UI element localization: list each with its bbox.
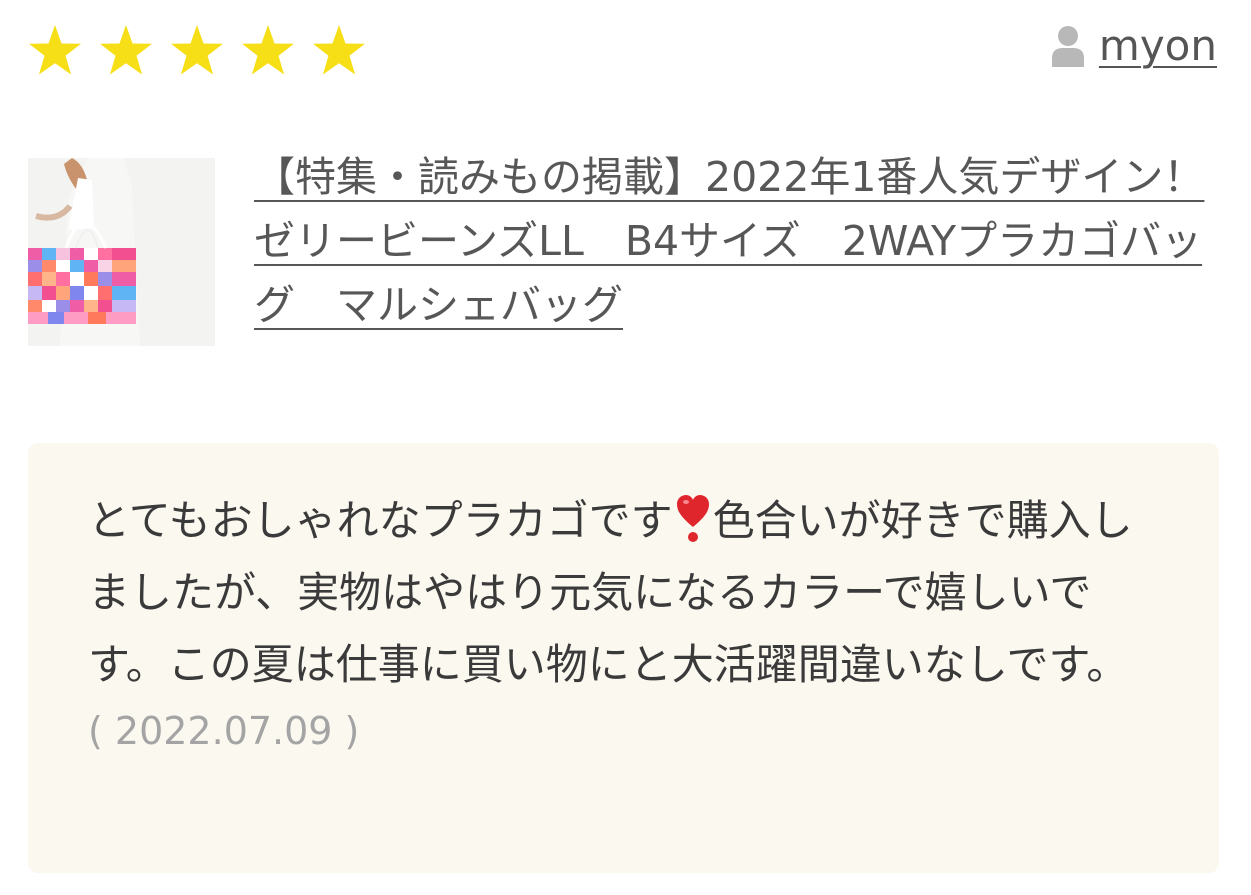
star-icon xyxy=(29,25,81,75)
review-text-part-1: とてもおしゃれなプラカゴです xyxy=(88,496,673,545)
review-text: とてもおしゃれなプラカゴです 色合いが好きで購入しましたが、実物はやはり元気にな… xyxy=(88,485,1159,701)
user-icon xyxy=(1051,26,1084,67)
product-title-link[interactable]: 【特集・読みもの掲載】2022年1番人気デザイン！ゼリービーンズLL B4サイズ… xyxy=(254,145,1219,337)
star-icon xyxy=(171,25,223,75)
star-rating xyxy=(28,24,366,76)
reviewer: myon xyxy=(1051,20,1217,72)
review-date: ( 2022.07.09 ) xyxy=(88,709,360,753)
star-icon xyxy=(242,25,294,75)
product-thumbnail[interactable] xyxy=(28,158,215,346)
review-comment-box: とてもおしゃれなプラカゴです 色合いが好きで購入しましたが、実物はやはり元気にな… xyxy=(28,443,1219,873)
reviewer-name-link[interactable]: myon xyxy=(1099,20,1217,72)
star-icon xyxy=(313,25,365,75)
star-icon xyxy=(100,25,152,75)
heart-exclamation-icon xyxy=(676,495,709,542)
